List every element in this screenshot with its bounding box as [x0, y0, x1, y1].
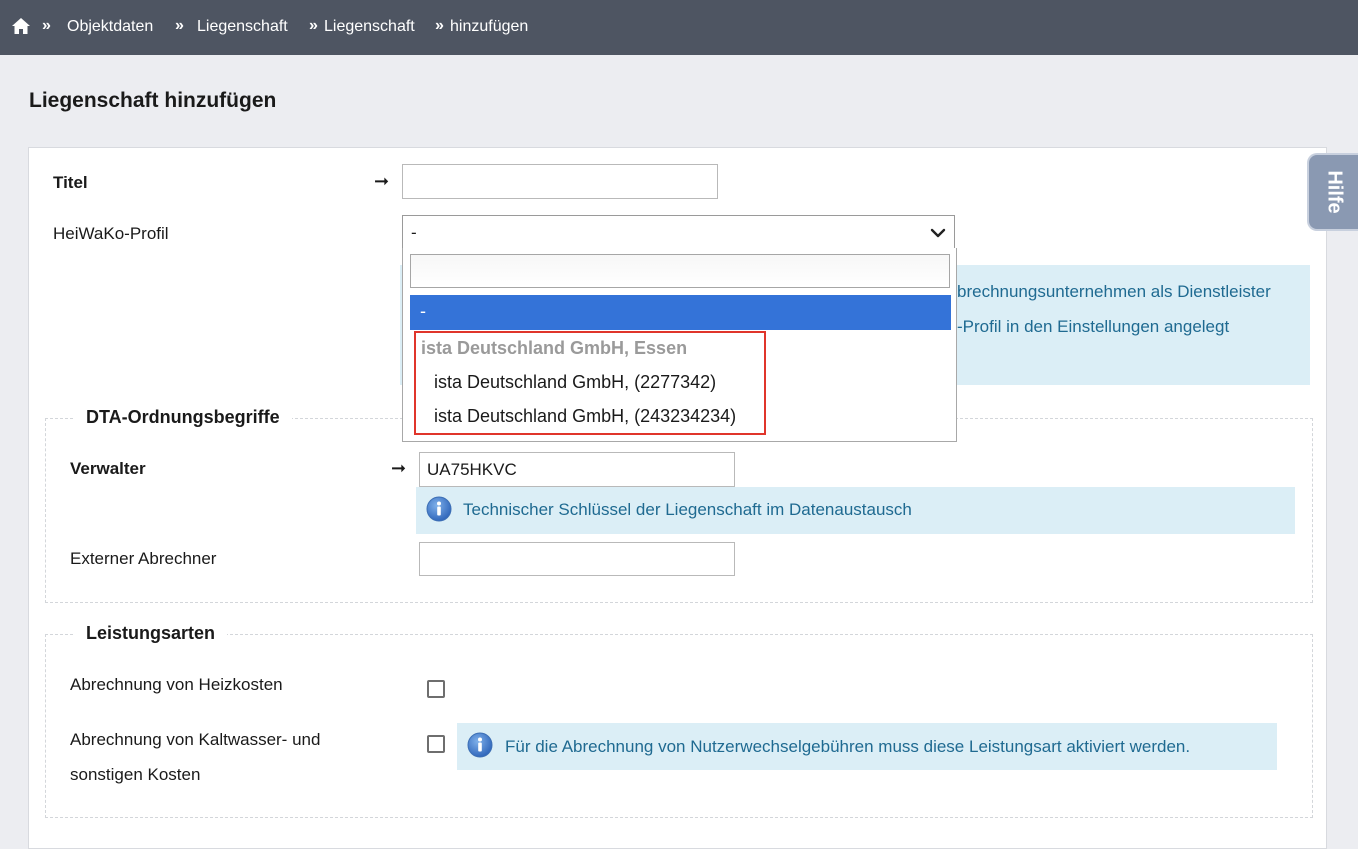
heiwako-select-value: - — [411, 223, 417, 242]
titel-input[interactable] — [402, 164, 718, 199]
breadcrumb-separator: » — [175, 17, 184, 34]
dropdown-option-selected[interactable]: - — [410, 295, 951, 330]
heiwako-info-text-1: brechnungsunternehmen als Dienstleister — [957, 282, 1271, 301]
dropdown-option-label: - — [420, 301, 426, 321]
dropdown-option-2277342[interactable]: ista Deutschland GmbH, (2277342) — [434, 372, 716, 393]
heiwako-select[interactable]: - — [402, 215, 955, 249]
leistungsarten-legend: Leistungsarten — [74, 623, 228, 644]
kaltwasser-label-line2: sonstigen Kosten — [70, 765, 201, 784]
dropdown-search-input[interactable] — [410, 254, 950, 288]
required-arrow-icon: ➞ — [391, 458, 407, 478]
required-arrow-icon: ➞ — [374, 171, 390, 191]
externer-abrechner-label: Externer Abrechner — [70, 549, 217, 568]
hilfe-label: Hilfe — [1323, 170, 1345, 214]
info-icon — [426, 496, 452, 522]
heiwako-info-text-2: -Profil in den Einstellungen angelegt — [957, 317, 1230, 336]
verwalter-input[interactable] — [419, 452, 735, 487]
heizkosten-label: Abrechnung von Heizkosten — [70, 675, 283, 694]
verwalter-info-text: Technischer Schlüssel der Liegenschaft i… — [463, 500, 912, 519]
info-icon — [467, 732, 493, 758]
chevron-down-icon — [930, 228, 946, 238]
externer-abrechner-input[interactable] — [419, 542, 735, 576]
dropdown-group-label: ista Deutschland GmbH, Essen — [421, 338, 688, 358]
heizkosten-checkbox[interactable] — [427, 680, 445, 698]
breadcrumb-item-hinzufuegen: hinzufügen — [450, 18, 529, 35]
breadcrumb-item-liegenschaft[interactable]: Liegenschaft — [197, 18, 288, 36]
kaltwasser-info-box: Für die Abrechnung von Nutzerwechselgebü… — [457, 723, 1277, 770]
breadcrumb-separator: » — [309, 17, 318, 34]
page-title: Liegenschaft hinzufügen — [29, 89, 277, 112]
breadcrumb-separator: » — [435, 17, 444, 34]
kaltwasser-info-text: Für die Abrechnung von Nutzerwechselgebü… — [505, 737, 1191, 756]
heiwako-label: HeiWaKo-Profil — [53, 224, 169, 243]
dropdown-option-243234234[interactable]: ista Deutschland GmbH, (243234234) — [434, 406, 736, 427]
verwalter-info-box: Technischer Schlüssel der Liegenschaft i… — [416, 487, 1295, 534]
breadcrumb: » Objektdaten » Liegenschaft » Liegensch… — [0, 0, 1358, 55]
kaltwasser-label-line1: Abrechnung von Kaltwasser- und — [70, 730, 321, 749]
home-icon[interactable] — [11, 17, 31, 35]
titel-label: Titel — [53, 173, 88, 192]
breadcrumb-item-objektdaten[interactable]: Objektdaten — [67, 18, 153, 36]
kaltwasser-checkbox[interactable] — [427, 735, 445, 753]
dta-legend: DTA-Ordnungsbegriffe — [74, 407, 292, 428]
breadcrumb-item-liegenschaft-2[interactable]: Liegenschaft — [324, 18, 415, 36]
heiwako-dropdown: - ista Deutschland GmbH, Essen ista Deut… — [402, 248, 957, 442]
breadcrumb-separator: » — [42, 17, 51, 34]
verwalter-label: Verwalter — [70, 459, 146, 478]
hilfe-tab[interactable]: Hilfe — [1307, 153, 1358, 231]
